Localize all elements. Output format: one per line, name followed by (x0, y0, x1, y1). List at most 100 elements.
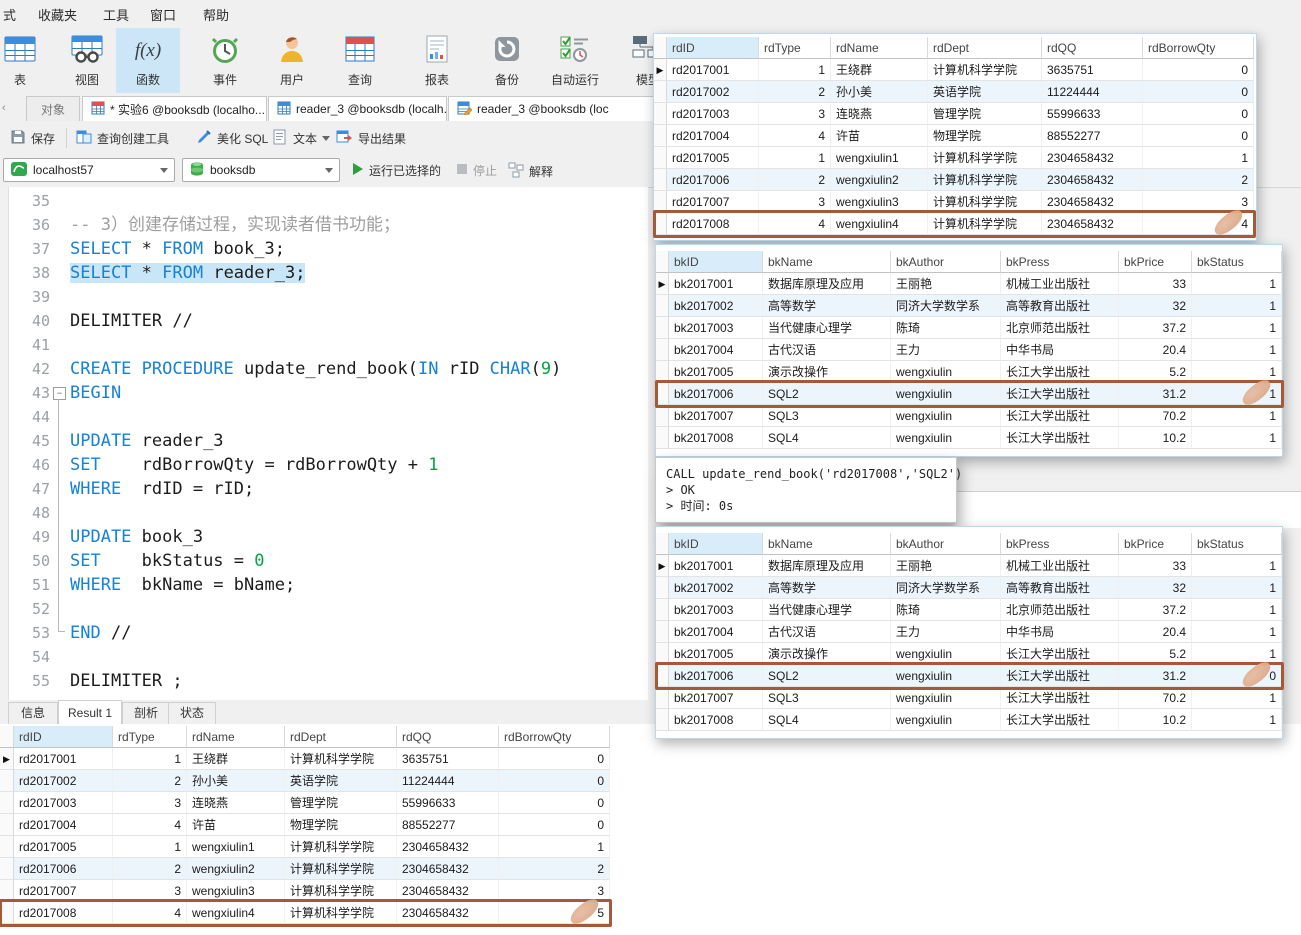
cell[interactable]: 古代汉语 (763, 339, 891, 361)
result-tab-0[interactable]: 信息 (8, 702, 58, 725)
cell[interactable]: rd2017006 (14, 858, 113, 880)
cell[interactable]: 英语学院 (928, 81, 1042, 103)
cell[interactable]: 机械工业出版社 (1001, 555, 1119, 577)
column-header-bkPrice[interactable]: bkPrice (1119, 251, 1192, 273)
cell[interactable]: 中华书局 (1001, 339, 1119, 361)
cell[interactable]: rd2017003 (14, 792, 113, 814)
editor-line-52[interactable]: 52 (0, 597, 648, 621)
cell[interactable]: 物理学院 (928, 125, 1042, 147)
menu-item-3[interactable]: 窗口 (150, 5, 176, 24)
cell[interactable]: 33 (1119, 555, 1192, 577)
toolbar-button-view[interactable]: 视图 (55, 28, 119, 93)
cell[interactable]: 高等教育出版社 (1001, 295, 1119, 317)
cell[interactable]: 88552277 (397, 814, 499, 836)
beautify-sql-button[interactable]: 美化 SQL (196, 129, 268, 148)
cell[interactable]: 连晓燕 (187, 792, 285, 814)
cell[interactable]: rd2017005 (14, 836, 113, 858)
editor-line-40[interactable]: 40 DELIMITER // (0, 309, 648, 333)
cell[interactable]: 1 (1192, 599, 1282, 621)
column-header-rdID[interactable]: rdID (667, 37, 759, 59)
cell[interactable]: 0 (1143, 125, 1254, 147)
column-header-bkName[interactable]: bkName (763, 251, 891, 273)
cell[interactable]: 2 (113, 858, 187, 880)
tab-scroll-chevron-icon[interactable]: ‹ (2, 102, 6, 114)
cell[interactable]: 70.2 (1119, 405, 1192, 427)
cell[interactable]: wengxiulin1 (187, 836, 285, 858)
editor-line-44[interactable]: 44 (0, 405, 648, 429)
column-header-bkID[interactable]: bkID (669, 533, 763, 555)
cell[interactable]: 1 (499, 836, 610, 858)
cell[interactable]: 连晓燕 (831, 103, 928, 125)
cell[interactable]: bk2017001 (669, 555, 763, 577)
cell[interactable]: 0 (499, 748, 610, 770)
editor-line-49[interactable]: 49 UPDATE book_3 (0, 525, 648, 549)
cell[interactable]: 0 (499, 792, 610, 814)
editor-line-45[interactable]: 45 UPDATE reader_3 (0, 429, 648, 453)
result-tab-3[interactable]: 状态 (168, 702, 216, 725)
connection-select[interactable]: localhost57 (3, 158, 175, 182)
cell[interactable]: 1 (1192, 317, 1282, 339)
cell[interactable]: SQL4 (763, 709, 891, 731)
cell[interactable]: 1 (1192, 427, 1282, 449)
cell[interactable]: SQL3 (763, 405, 891, 427)
editor-line-39[interactable]: 39 (0, 285, 648, 309)
column-header-bkAuthor[interactable]: bkAuthor (891, 533, 1001, 555)
cell[interactable]: 王丽艳 (891, 555, 1001, 577)
cell[interactable]: 0 (1143, 81, 1254, 103)
cell[interactable]: rd2017004 (667, 125, 759, 147)
cell[interactable]: 55996633 (397, 792, 499, 814)
toolbar-button-query[interactable]: 查询 (328, 28, 392, 93)
column-header-rdDept[interactable]: rdDept (285, 726, 397, 748)
editor-line-37[interactable]: 37 SELECT * FROM book_3; (0, 237, 648, 261)
column-header-bkPrice[interactable]: bkPrice (1119, 533, 1192, 555)
cell[interactable]: 1 (1192, 339, 1282, 361)
cell[interactable]: 王丽艳 (891, 273, 1001, 295)
cell[interactable]: 10.2 (1119, 709, 1192, 731)
cell[interactable]: 长江大学出版社 (1001, 687, 1119, 709)
cell[interactable]: 33 (1119, 273, 1192, 295)
cell[interactable]: bk2017004 (669, 621, 763, 643)
tab-1[interactable]: * 实验6 @booksdb (localho... (82, 96, 267, 121)
cell[interactable]: 王绕群 (831, 59, 928, 81)
column-header-bkAuthor[interactable]: bkAuthor (891, 251, 1001, 273)
cell[interactable]: rd2017006 (667, 169, 759, 191)
cell[interactable]: 陈琦 (891, 599, 1001, 621)
cell[interactable]: 数据库原理及应用 (763, 555, 891, 577)
cell[interactable]: 32 (1119, 295, 1192, 317)
toolbar-button-report[interactable]: 报表 (405, 28, 469, 93)
cell[interactable]: 2 (759, 81, 831, 103)
cell[interactable]: 2 (759, 169, 831, 191)
menu-item-1[interactable]: 收藏夹 (38, 5, 77, 24)
cell[interactable]: wengxiulin1 (831, 147, 928, 169)
cell[interactable]: 1 (1192, 273, 1282, 295)
cell[interactable]: 王力 (891, 621, 1001, 643)
editor-line-48[interactable]: 48 (0, 501, 648, 525)
column-header-rdName[interactable]: rdName (831, 37, 928, 59)
column-header-rdDept[interactable]: rdDept (928, 37, 1042, 59)
cell[interactable]: 11224444 (1042, 81, 1143, 103)
cell[interactable]: bk2017003 (669, 599, 763, 621)
cell[interactable]: rd2017001 (14, 748, 113, 770)
cell[interactable]: bk2017003 (669, 317, 763, 339)
column-header-rdName[interactable]: rdName (187, 726, 285, 748)
cell[interactable]: 3 (759, 103, 831, 125)
cell[interactable]: wengxiulin (891, 405, 1001, 427)
column-header-rdType[interactable]: rdType (113, 726, 187, 748)
explain-button[interactable]: 解释 (508, 162, 553, 181)
tab-2[interactable]: reader_3 @booksdb (localh... (268, 96, 447, 121)
cell[interactable]: 1 (1192, 577, 1282, 599)
cell[interactable]: SQL3 (763, 687, 891, 709)
cell[interactable]: 88552277 (1042, 125, 1143, 147)
cell[interactable]: 长江大学出版社 (1001, 405, 1119, 427)
database-select[interactable]: booksdb (182, 158, 340, 182)
cell[interactable]: 1 (1192, 295, 1282, 317)
cell[interactable]: bk2017002 (669, 295, 763, 317)
cell[interactable]: 许苗 (831, 125, 928, 147)
cell[interactable]: 1 (1192, 687, 1282, 709)
cell[interactable]: 长江大学出版社 (1001, 427, 1119, 449)
cell[interactable]: 55996633 (1042, 103, 1143, 125)
cell[interactable]: 10.2 (1119, 427, 1192, 449)
cell[interactable]: wengxiulin (891, 709, 1001, 731)
editor-line-35[interactable]: 35 (0, 189, 648, 213)
toolbar-button-event[interactable]: 事件 (193, 28, 257, 93)
